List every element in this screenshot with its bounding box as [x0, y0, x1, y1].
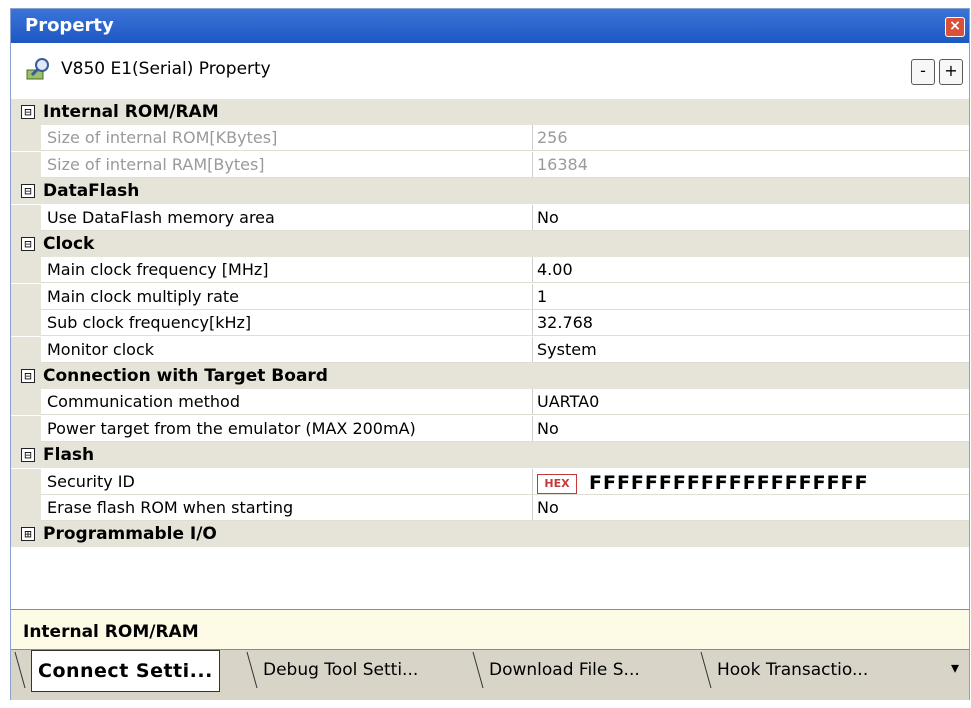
property-row[interactable]: Power target from the emulator (MAX 200m… [11, 415, 969, 442]
property-value[interactable]: UARTA0 [537, 392, 599, 411]
category-label: Programmable I/O [43, 524, 217, 545]
category-row[interactable]: ⊟ Internal ROM/RAM [11, 99, 969, 125]
tab-2[interactable]: Download File S... [489, 650, 640, 690]
property-grid: ⊟ Internal ROM/RAM Size of internal ROM[KB… [11, 99, 969, 609]
property-value[interactable]: System [537, 340, 597, 359]
row-gutter [11, 283, 41, 310]
row-gutter [11, 257, 41, 284]
property-name: Sub clock frequency[kHz] [47, 313, 252, 333]
collapse-icon[interactable]: ⊟ [21, 237, 35, 251]
collapse-icon[interactable]: ⊟ [21, 369, 35, 383]
collapse-all-button[interactable]: - [911, 59, 935, 85]
property-name: Security ID [47, 471, 135, 491]
property-value[interactable]: No [537, 498, 559, 517]
category-label: DataFlash [43, 181, 140, 202]
property-row[interactable]: Main clock frequency [MHz] 4.00 [11, 257, 969, 284]
tab-1[interactable]: Debug Tool Setti... [263, 650, 418, 690]
property-row[interactable]: Use DataFlash memory area No [11, 204, 969, 231]
row-gutter [11, 151, 41, 178]
column-divider[interactable] [532, 310, 533, 337]
description-text: Internal ROM/RAM [23, 622, 199, 642]
category-label: Flash [43, 445, 95, 466]
collapse-icon[interactable]: ⊟ [21, 184, 35, 199]
property-row[interactable]: Sub clock frequency[kHz] 32.768 [11, 310, 969, 337]
collapse-icon[interactable]: ⊟ [21, 105, 35, 119]
category-label: Clock [43, 234, 95, 254]
property-name: Communication method [47, 392, 240, 412]
tab-3[interactable]: Hook Transactio... [717, 650, 868, 690]
header-title: V850 E1(Serial) Property [61, 59, 271, 79]
property-row[interactable]: Monitor clock System [11, 336, 969, 363]
property-row[interactable]: Security ID HEX FFFFFFFFFFFFFFFFFFFF [11, 468, 969, 495]
window-title: Property [25, 15, 114, 36]
property-value[interactable]: No [537, 208, 559, 227]
property-name: Power target from the emulator (MAX 200m… [47, 418, 416, 438]
property-value[interactable]: No [537, 419, 559, 438]
tab-overflow-icon[interactable]: ▾ [951, 658, 959, 677]
description-panel: Internal ROM/RAM [11, 609, 969, 650]
column-divider[interactable] [532, 495, 533, 521]
property-row[interactable]: Main clock multiply rate 1 [11, 283, 969, 310]
column-divider[interactable] [532, 257, 533, 284]
close-icon[interactable]: × [945, 17, 965, 37]
tab-separator [472, 651, 484, 689]
row-gutter [11, 125, 41, 152]
property-value[interactable]: 32.768 [537, 313, 593, 332]
tab-separator [14, 651, 26, 689]
row-gutter [11, 468, 41, 495]
column-divider[interactable] [532, 151, 533, 178]
column-divider[interactable] [532, 283, 533, 310]
property-name: Main clock frequency [MHz] [47, 260, 269, 280]
tab-separator [700, 651, 712, 689]
property-row[interactable]: Erase flash ROM when starting No [11, 495, 969, 521]
row-gutter [11, 389, 41, 416]
property-header: V850 E1(Serial) Property - + [11, 43, 969, 100]
category-row[interactable]: ⊟ Connection with Target Board [11, 363, 969, 389]
row-gutter [11, 415, 41, 442]
property-window: Property × V850 E1(Serial) Property - + … [10, 8, 970, 700]
property-row[interactable]: Size of internal RAM[Bytes] 16384 [11, 151, 969, 178]
column-divider[interactable] [532, 389, 533, 416]
category-row[interactable]: ⊟ Flash [11, 442, 969, 469]
property-value[interactable]: HEX FFFFFFFFFFFFFFFFFFFF [537, 472, 869, 495]
expand-all-button[interactable]: + [939, 59, 963, 85]
category-row[interactable]: ⊞ Programmable I/O [11, 521, 969, 548]
property-name: Size of internal RAM[Bytes] [47, 154, 265, 174]
tool-icon [26, 58, 49, 80]
tab-separator [246, 651, 258, 689]
hex-badge: HEX [537, 474, 577, 495]
tab-bar: ▾ Connect Setti... Debug Tool Setti... Dow… [11, 649, 969, 700]
row-gutter [11, 310, 41, 337]
expand-icon[interactable]: ⊞ [21, 527, 35, 542]
property-value[interactable]: 1 [537, 287, 547, 306]
property-name: Main clock multiply rate [47, 286, 240, 306]
category-label: Connection with Target Board [43, 366, 328, 386]
property-name: Size of internal ROM[KBytes] [47, 128, 278, 148]
property-value[interactable]: 4.00 [537, 260, 573, 279]
property-row[interactable]: Size of internal ROM[KBytes] 256 [11, 125, 969, 152]
column-divider[interactable] [532, 336, 533, 363]
title-bar[interactable]: Property × [11, 9, 969, 43]
category-row[interactable]: ⊟ DataFlash [11, 178, 969, 205]
category-row[interactable]: ⊟ Clock [11, 231, 969, 257]
property-name: Monitor clock [47, 339, 154, 359]
column-divider[interactable] [532, 125, 533, 152]
property-row[interactable]: Communication method UARTA0 [11, 389, 969, 416]
property-name: Use DataFlash memory area [47, 207, 275, 227]
category-label: Internal ROM/RAM [43, 102, 219, 122]
column-divider[interactable] [532, 204, 533, 231]
property-value[interactable]: 256 [537, 128, 568, 147]
property-value[interactable]: 16384 [537, 155, 588, 174]
property-name: Erase flash ROM when starting [47, 498, 294, 517]
column-divider[interactable] [532, 415, 533, 442]
tab-0[interactable]: Connect Setti... [31, 650, 220, 692]
security-id-value: FFFFFFFFFFFFFFFFFFFF [589, 471, 869, 494]
row-gutter [11, 495, 41, 521]
row-gutter [11, 336, 41, 363]
column-divider[interactable] [532, 468, 533, 495]
row-gutter [11, 204, 41, 231]
collapse-icon[interactable]: ⊟ [21, 448, 35, 463]
